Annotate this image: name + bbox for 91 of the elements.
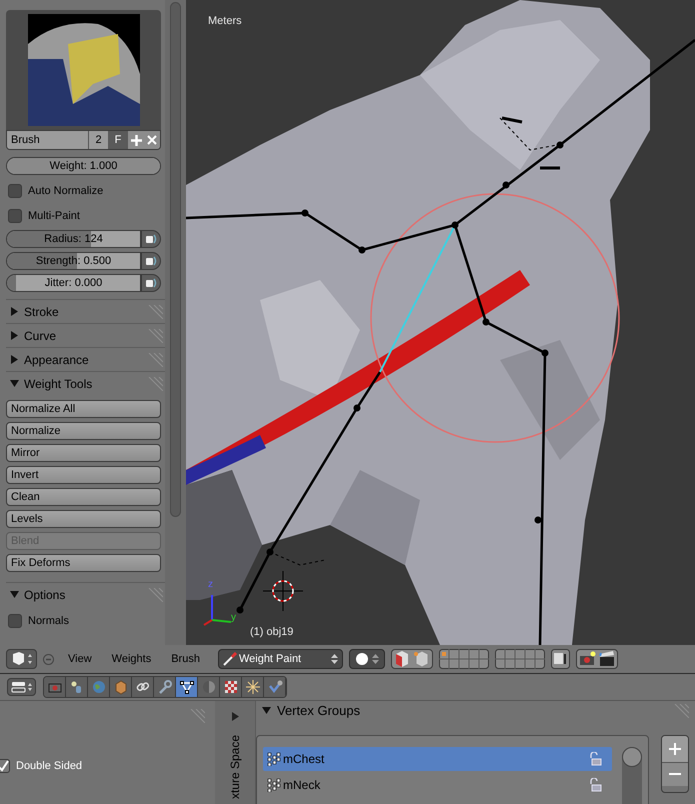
editor-type-button[interactable]	[6, 649, 37, 669]
collapsed-arrow-icon[interactable]	[10, 355, 19, 364]
layer-grid-icon[interactable]	[438, 649, 489, 669]
tool-button[interactable]: Normalize All	[6, 400, 161, 418]
pressure-toggle[interactable]	[141, 230, 161, 248]
vertex-group-icon	[267, 752, 281, 766]
pressure-toggle[interactable]	[141, 274, 161, 292]
vertex-group-item[interactable]: mNeck	[263, 772, 612, 796]
expanded-arrow-icon[interactable]	[10, 379, 19, 388]
checkbox[interactable]	[0, 759, 10, 773]
checkbox[interactable]	[8, 184, 22, 198]
up-down-arrows-icon	[372, 653, 379, 665]
panel-title[interactable]: Options	[24, 586, 140, 604]
clapperboard-icon[interactable]	[596, 650, 617, 668]
checkbox[interactable]	[8, 209, 22, 223]
checkbox-label: Normals	[28, 614, 69, 629]
slider-label: Radius: 124	[44, 232, 103, 247]
mesh-tab[interactable]	[176, 677, 198, 697]
modifiers-tab[interactable]	[154, 677, 176, 697]
mode-dropdown[interactable]: Weight Paint	[218, 649, 343, 669]
layer-grid-icon[interactable]	[494, 649, 545, 669]
lock-icon[interactable]	[588, 752, 602, 766]
mesh-icon	[178, 678, 196, 696]
hand-icon	[144, 255, 158, 267]
editor-type-button[interactable]	[7, 678, 36, 696]
expanded-arrow-icon[interactable]	[10, 590, 19, 599]
slider-track[interactable]: Strength: 0.500	[6, 252, 141, 270]
tool-button[interactable]: Clean	[6, 488, 161, 506]
add-button[interactable]	[662, 736, 688, 762]
slider-label: Weight: 1.000	[50, 158, 118, 174]
scrollbar-thumb[interactable]	[622, 746, 642, 766]
pressure-toggle[interactable]	[141, 252, 161, 270]
checkbox-label: Auto Normalize	[28, 184, 104, 199]
lock-icon[interactable]	[588, 778, 602, 792]
cube-icon	[10, 652, 32, 666]
tool-button[interactable]: Fix Deforms	[6, 554, 161, 572]
menu-item[interactable]: View	[68, 650, 92, 668]
tool-button[interactable]: Mirror	[6, 444, 161, 462]
vertex-group-item[interactable]: mChest	[263, 746, 612, 770]
tool-button[interactable]: Levels	[6, 510, 161, 528]
properties-icon	[10, 681, 32, 693]
menu-item[interactable]: Weights	[112, 650, 152, 668]
3d-cursor-icon	[262, 570, 304, 612]
units-label: Meters	[208, 14, 242, 29]
weight-slider[interactable]: Weight: 1.000	[6, 157, 161, 175]
particles-tab[interactable]	[242, 677, 264, 697]
scrollbar-thumb[interactable]	[170, 2, 181, 517]
panel-title[interactable]: Stroke	[24, 302, 140, 320]
hand-icon	[144, 233, 158, 245]
constraints-tab[interactable]	[132, 677, 154, 697]
up-down-arrows-icon	[330, 653, 338, 665]
menu-item[interactable]: Brush	[171, 650, 200, 668]
sphere-icon	[354, 652, 369, 666]
panel-title[interactable]: Appearance	[24, 350, 140, 368]
world-tab[interactable]	[88, 677, 110, 697]
checkbox-label: Multi-Paint	[28, 208, 80, 224]
particles-icon	[244, 678, 262, 696]
collapsed-arrow-icon[interactable]	[10, 331, 19, 340]
panel-title[interactable]: Vertex Groups	[277, 701, 665, 720]
axis-gizmo-icon	[203, 595, 232, 626]
axis-label: y	[231, 613, 236, 623]
axis-label: z	[208, 580, 213, 590]
brush-icon	[222, 652, 237, 666]
slider-track[interactable]: Radius: 124	[6, 230, 141, 248]
3d-viewport[interactable]: Meters z y (1) obj19	[186, 0, 695, 645]
texture-tab[interactable]	[220, 677, 242, 697]
panel-title[interactable]: Weight Tools	[24, 374, 140, 392]
object-tab[interactable]	[110, 677, 132, 697]
checkbox[interactable]	[8, 614, 22, 628]
slider-label: Strength: 0.500	[36, 254, 112, 269]
slider-label: Jitter: 0.000	[44, 276, 102, 291]
vertex-group-icon	[267, 778, 281, 792]
panel-title[interactable]: Curve	[24, 326, 140, 344]
remove-button[interactable]	[662, 762, 688, 786]
collapsed-arrow-icon[interactable]	[10, 307, 19, 316]
minus-icon	[669, 772, 681, 776]
brush-preview-icon	[28, 14, 140, 126]
tool-button[interactable]: Invert	[6, 466, 161, 484]
object-label: (1) obj19	[250, 625, 294, 640]
checkbox-label: Double Sided	[16, 758, 82, 774]
collapse-menu-icon[interactable]	[43, 654, 54, 664]
physics-tab[interactable]	[264, 677, 286, 697]
shading-dropdown[interactable]	[348, 649, 385, 669]
scene-tab[interactable]	[66, 677, 88, 697]
collapsed-arrow-icon[interactable]	[230, 712, 240, 721]
tool-button[interactable]: Normalize	[6, 422, 161, 440]
slider-track[interactable]: Jitter: 0.000	[6, 274, 141, 292]
expanded-arrow-icon[interactable]	[262, 706, 271, 716]
hand-icon	[144, 277, 158, 289]
plus-icon	[669, 742, 681, 754]
list-scrollbar[interactable]	[622, 746, 642, 804]
